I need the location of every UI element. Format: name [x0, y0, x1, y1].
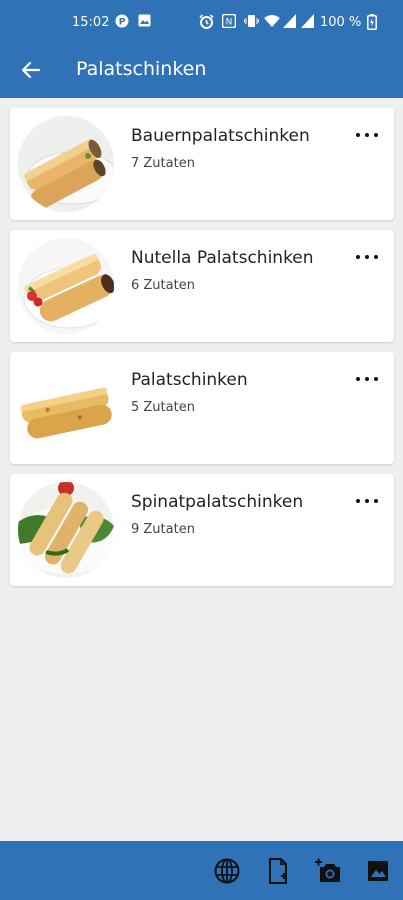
recipe-name: Nutella Palatschinken [131, 248, 314, 268]
more-options-button[interactable] [356, 496, 378, 506]
battery-icon [367, 14, 377, 34]
recipe-name: Bauernpalatschinken [131, 126, 310, 146]
wifi-icon [264, 14, 280, 32]
ingredient-count: 6 Zutaten [131, 278, 195, 293]
image-gallery-icon [368, 861, 388, 881]
more-horizontal-icon [356, 499, 360, 503]
back-button[interactable] [20, 59, 42, 81]
signal-icon [301, 14, 314, 32]
recipe-thumbnail [18, 360, 114, 456]
recipe-card[interactable]: Bauernpalatschinken 7 Zutaten [10, 108, 394, 220]
recipe-thumbnail [18, 116, 114, 212]
more-horizontal-icon [356, 377, 360, 381]
add-document-icon [269, 858, 287, 884]
status-bar: 15:02 P N 100 % [0, 0, 403, 44]
arrow-back-icon [21, 61, 41, 79]
signal-icon [283, 14, 296, 32]
bottom-bar [0, 841, 403, 900]
recipe-card[interactable]: Spinatpalatschinken 9 Zutaten [10, 474, 394, 586]
globe-icon [214, 858, 240, 884]
more-horizontal-icon [356, 133, 360, 137]
page-title: Palatschinken [76, 58, 207, 80]
recipe-name: Spinatpalatschinken [131, 492, 304, 512]
status-time: 15:02 [72, 15, 110, 30]
svg-text:P: P [119, 18, 126, 28]
notification-icon: P [115, 14, 129, 32]
battery-percent: 100 % [320, 15, 362, 30]
gallery-button[interactable] [364, 857, 392, 885]
more-options-button[interactable] [356, 252, 378, 262]
app-bar: Palatschinken [0, 44, 403, 98]
more-options-button[interactable] [356, 374, 378, 384]
recipe-thumbnail [18, 482, 114, 578]
nfc-icon: N [221, 13, 237, 32]
alarm-icon [199, 14, 214, 33]
ingredient-count: 5 Zutaten [131, 400, 195, 415]
ingredient-count: 7 Zutaten [131, 156, 195, 171]
globe-button[interactable] [213, 857, 241, 885]
recipe-card[interactable]: Nutella Palatschinken 6 Zutaten [10, 230, 394, 342]
svg-text:N: N [226, 18, 233, 28]
add-photo-icon [315, 858, 340, 882]
recipe-name: Palatschinken [131, 370, 248, 390]
add-document-button[interactable] [264, 857, 292, 885]
more-options-button[interactable] [356, 130, 378, 140]
recipe-thumbnail [18, 238, 114, 334]
recipe-card[interactable]: Palatschinken 5 Zutaten [10, 352, 394, 464]
image-icon [138, 14, 151, 31]
more-horizontal-icon [356, 255, 360, 259]
recipe-list: Bauernpalatschinken 7 Zutaten Nutella Pa… [10, 108, 394, 596]
ingredient-count: 9 Zutaten [131, 522, 195, 537]
vibrate-icon [244, 14, 259, 32]
add-photo-button[interactable] [314, 857, 342, 885]
